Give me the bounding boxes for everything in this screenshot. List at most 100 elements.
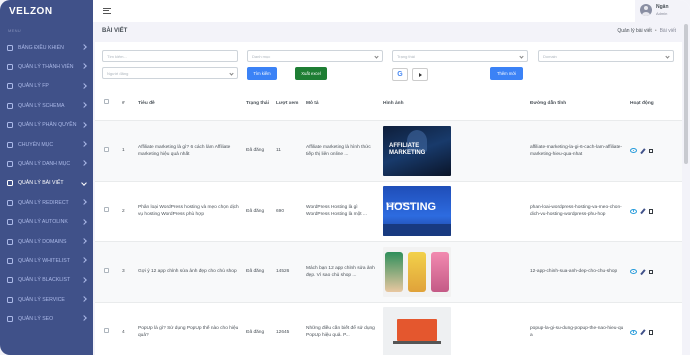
col-header-image[interactable]: Hình ảnh	[380, 86, 527, 121]
block-icon	[7, 277, 13, 284]
sidebar-item-label: QUẢN LÝ FP	[18, 83, 49, 90]
row-status: Đã đăng	[243, 241, 273, 303]
edit-icon[interactable]	[640, 208, 646, 215]
sidebar-item-categories-topic[interactable]: CHUYÊN MỤC	[0, 135, 93, 154]
page-scrollbar[interactable]	[684, 24, 688, 164]
col-header-index[interactable]: #	[119, 86, 135, 121]
row-title[interactable]: Affiliate marketing là gì? 6 cách làm Af…	[135, 120, 243, 182]
service-icon	[7, 296, 13, 303]
row-views: 14526	[273, 241, 303, 303]
sidebar-item-fp[interactable]: QUẢN LÝ FP	[0, 77, 93, 96]
table-row: 4 PopUp là gì? Sử dụng PopUp thế nào cho…	[95, 302, 682, 355]
row-checkbox[interactable]	[104, 328, 109, 334]
app-logo[interactable]: VELZON	[9, 6, 53, 17]
row-description: WordPress Hosting là gì WordPress Hostin…	[303, 181, 380, 242]
row-actions	[627, 241, 682, 303]
col-header-description[interactable]: Mô tả	[303, 86, 380, 121]
row-index: 3	[119, 241, 135, 303]
edit-icon[interactable]	[640, 268, 646, 275]
sidebar-item-redirect[interactable]: QUẢN LÝ REDIRECT	[0, 193, 93, 212]
row-description: Những điều cần biết để sử dụng PopUp hiệ…	[303, 302, 380, 355]
row-title[interactable]: Gợi ý 12 app chỉnh sửa ảnh đẹp cho chủ s…	[135, 241, 243, 303]
sidebar-item-label: QUẢN LÝ BÀI VIẾT	[18, 180, 64, 187]
posts-table: # Tiêu đề Trạng thái Lượt xem Mô tả Hình…	[95, 86, 682, 355]
chevron-right-icon	[81, 102, 87, 109]
view-icon[interactable]	[630, 208, 637, 214]
sidebar-item-label: QUẢN LÝ SEO	[18, 316, 54, 323]
add-new-button[interactable]: Thêm mới	[490, 67, 523, 80]
view-icon[interactable]	[630, 148, 637, 154]
sidebar-item-dashboard[interactable]: BẢNG ĐIỀU KHIỂN	[0, 38, 93, 57]
row-index: 2	[119, 181, 135, 242]
row-description: Affiliate marketing là hình thức tiếp th…	[303, 120, 380, 182]
col-header-status[interactable]: Trạng thái	[243, 86, 273, 121]
sidebar-item-label: QUẢN LÝ WHITELIST	[18, 257, 70, 264]
delete-icon[interactable]	[648, 330, 653, 335]
chevron-right-icon	[81, 160, 87, 167]
row-checkbox[interactable]	[104, 267, 109, 273]
schema-icon	[7, 102, 13, 109]
sidebar-item-label: QUẢN LÝ SCHEMA	[18, 102, 65, 109]
col-header-slug[interactable]: Đường dẫn tĩnh	[527, 86, 627, 121]
sidebar-item-label: BẢNG ĐIỀU KHIỂN	[18, 44, 64, 51]
post-thumbnail: WORDPRESS HOSTING	[383, 186, 451, 237]
export-excel-button[interactable]: Xuất excel	[295, 67, 327, 80]
edit-icon[interactable]	[640, 147, 646, 154]
table-header-row: # Tiêu đề Trạng thái Lượt xem Mô tả Hình…	[95, 86, 682, 121]
sidebar-item-posts[interactable]: QUẢN LÝ BÀI VIẾT	[0, 174, 93, 193]
delete-icon[interactable]	[648, 269, 653, 274]
sidebar-item-label: QUẢN LÝ BLACKLIST	[18, 277, 71, 284]
sidebar-item-label: QUẢN LÝ PHÂN QUYỀN	[18, 122, 77, 129]
table-row: 2 Phân loại WordPress hosting và mẹo chọ…	[95, 181, 682, 242]
hamburger-menu-icon[interactable]	[103, 8, 111, 15]
folder-icon	[7, 141, 13, 148]
edit-icon[interactable]	[640, 329, 646, 336]
sidebar-item-autolink[interactable]: QUẢN LÝ AUTOLINK	[0, 213, 93, 232]
row-index: 4	[119, 302, 135, 355]
user-role: Admin	[656, 11, 668, 16]
check-icon	[7, 257, 13, 264]
sidebar-item-categories[interactable]: QUẢN LÝ DANH MỤC	[0, 154, 93, 173]
google-icon: G	[397, 71, 403, 78]
row-image-cell	[380, 241, 527, 303]
col-header-views[interactable]: Lượt xem	[273, 86, 303, 121]
row-slug: 12-app-chinh-sua-anh-dep-cho-chu-shop	[527, 241, 627, 303]
breadcrumb-link[interactable]: Quản lý bài viết	[617, 28, 651, 34]
search-input[interactable]: Tìm kiếm...	[102, 50, 238, 62]
delete-icon[interactable]	[648, 148, 653, 153]
domain-select[interactable]: Domain	[538, 50, 674, 62]
row-index: 1	[119, 120, 135, 182]
view-icon[interactable]	[630, 269, 637, 275]
category-select[interactable]: Danh mục	[247, 50, 383, 62]
row-checkbox[interactable]	[104, 146, 109, 152]
row-image-cell	[380, 302, 527, 355]
row-title[interactable]: PopUp là gì? Sử dụng PopUp thế nào cho h…	[135, 302, 243, 355]
delete-icon[interactable]	[648, 209, 653, 214]
chevron-right-icon	[81, 238, 87, 244]
posts-card: Tìm kiếm... Danh mục Trạng thái Domain N…	[95, 42, 682, 355]
user-dropdown[interactable]: Ngân Admin	[635, 0, 690, 22]
row-title[interactable]: Phân loại WordPress hosting và mẹo chọn …	[135, 181, 243, 242]
sidebar-item-domains[interactable]: QUẢN LÝ DOMAINS	[0, 232, 93, 251]
sidebar-item-whitelist[interactable]: QUẢN LÝ WHITELIST	[0, 251, 93, 270]
sidebar-item-label: QUẢN LÝ REDIRECT	[18, 199, 69, 206]
row-checkbox[interactable]	[104, 207, 109, 213]
article-icon	[7, 180, 13, 187]
filter-button[interactable]: Tìm kiếm	[247, 67, 277, 80]
play-button[interactable]	[412, 68, 428, 81]
row-checkbox-cell	[95, 181, 119, 242]
sidebar-item-members[interactable]: QUẢN LÝ THÀNH VIÊN	[0, 57, 93, 76]
sidebar-item-schema[interactable]: QUẢN LÝ SCHEMA	[0, 96, 93, 115]
view-icon[interactable]	[630, 329, 637, 335]
google-button[interactable]: G	[392, 68, 408, 81]
sidebar-item-permissions[interactable]: QUẢN LÝ PHÂN QUYỀN	[0, 116, 93, 135]
chevron-right-icon	[81, 63, 87, 70]
sidebar-item-seo[interactable]: QUẢN LÝ SEO	[0, 309, 93, 328]
breadcrumb: Quản lý bài viết • Bài viết	[617, 28, 676, 34]
col-header-title[interactable]: Tiêu đề	[135, 86, 243, 121]
author-select[interactable]: Người đăng	[102, 67, 238, 79]
status-select[interactable]: Trạng thái	[392, 50, 528, 62]
select-all-checkbox[interactable]	[104, 99, 109, 104]
sidebar-item-blacklist[interactable]: QUẢN LÝ BLACKLIST	[0, 271, 93, 290]
sidebar-item-service[interactable]: QUẢN LÝ SERVICE	[0, 290, 93, 309]
